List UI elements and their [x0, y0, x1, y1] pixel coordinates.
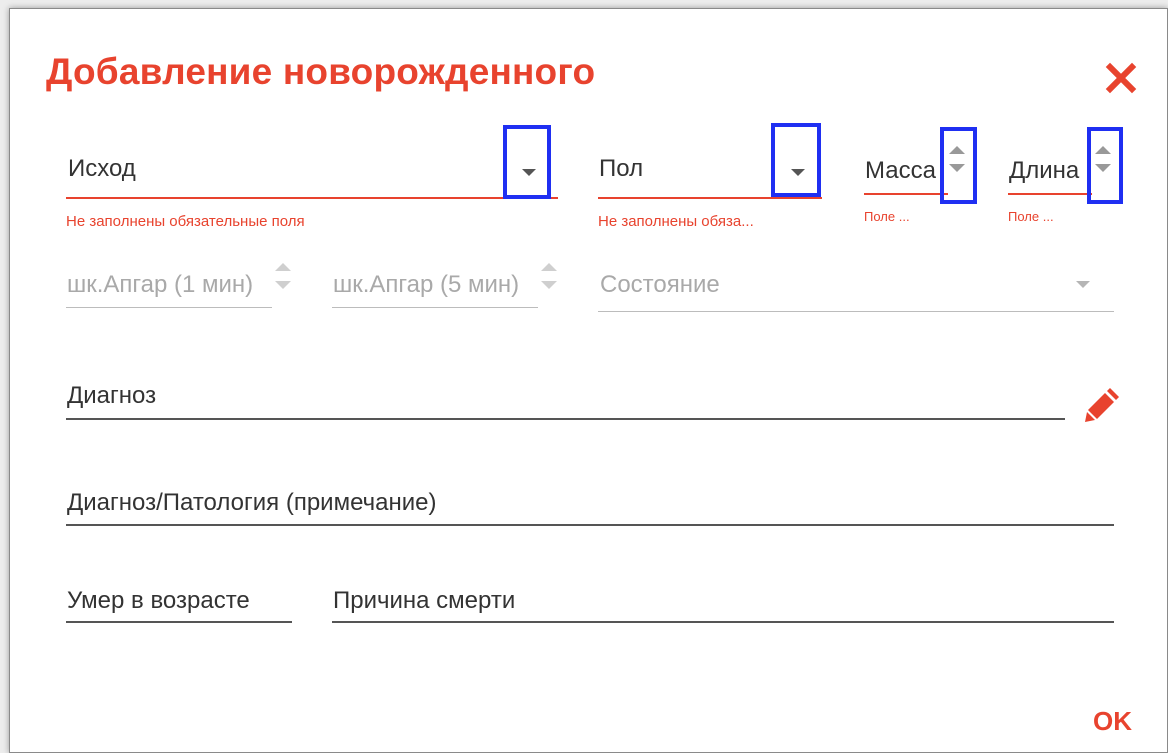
length-error: Поле ...: [1008, 209, 1054, 224]
death-cause-label: Причина смерти: [333, 587, 516, 614]
sex-error: Не заполнены обяза...: [598, 213, 754, 230]
apgar5-label: шк.Апгар (5 мин): [333, 271, 520, 298]
mass-stepper-highlight: [940, 127, 977, 204]
died-age-label: Умер в возрасте: [67, 587, 250, 614]
state-underline: [598, 311, 1114, 312]
length-underline: [1008, 193, 1092, 195]
apgar5-underline: [332, 307, 538, 308]
diagnosis-label: Диагноз: [67, 382, 157, 409]
apgar1-stepper[interactable]: [273, 257, 293, 297]
pathology-note-underline: [66, 524, 1114, 526]
died-age-underline: [66, 621, 292, 623]
sex-label: Пол: [599, 155, 644, 182]
outcome-underline: [66, 197, 558, 199]
sex-underline: [598, 197, 822, 199]
state-label: Состояние: [600, 271, 720, 298]
outcome-arrow-highlight: [503, 125, 551, 199]
diagnosis-underline: [66, 418, 1065, 420]
apgar1-label: шк.Апгар (1 мин): [67, 271, 254, 298]
pathology-note-label: Диагноз/Патология (примечание): [67, 489, 437, 516]
ok-button[interactable]: OK: [1093, 706, 1132, 737]
length-label: Длина: [1009, 157, 1080, 184]
outcome-error: Не заполнены обязательные поля: [66, 213, 305, 230]
death-cause-underline: [332, 621, 1114, 623]
mass-label: Масса: [865, 157, 936, 184]
pencil-icon[interactable]: [1084, 385, 1122, 423]
state-dropdown-arrow-icon[interactable]: [1076, 281, 1090, 288]
sex-arrow-highlight: [771, 123, 821, 197]
add-newborn-dialog: Добавление новорожденного Исход Не запол…: [9, 8, 1168, 753]
close-icon[interactable]: [1104, 61, 1138, 95]
dialog-title: Добавление новорожденного: [46, 51, 596, 92]
mass-underline: [864, 193, 948, 195]
apgar5-stepper[interactable]: [539, 257, 559, 297]
mass-error: Поле ...: [864, 209, 910, 224]
outcome-label: Исход: [68, 155, 136, 182]
apgar1-underline: [66, 307, 272, 308]
length-stepper-highlight: [1087, 127, 1123, 204]
